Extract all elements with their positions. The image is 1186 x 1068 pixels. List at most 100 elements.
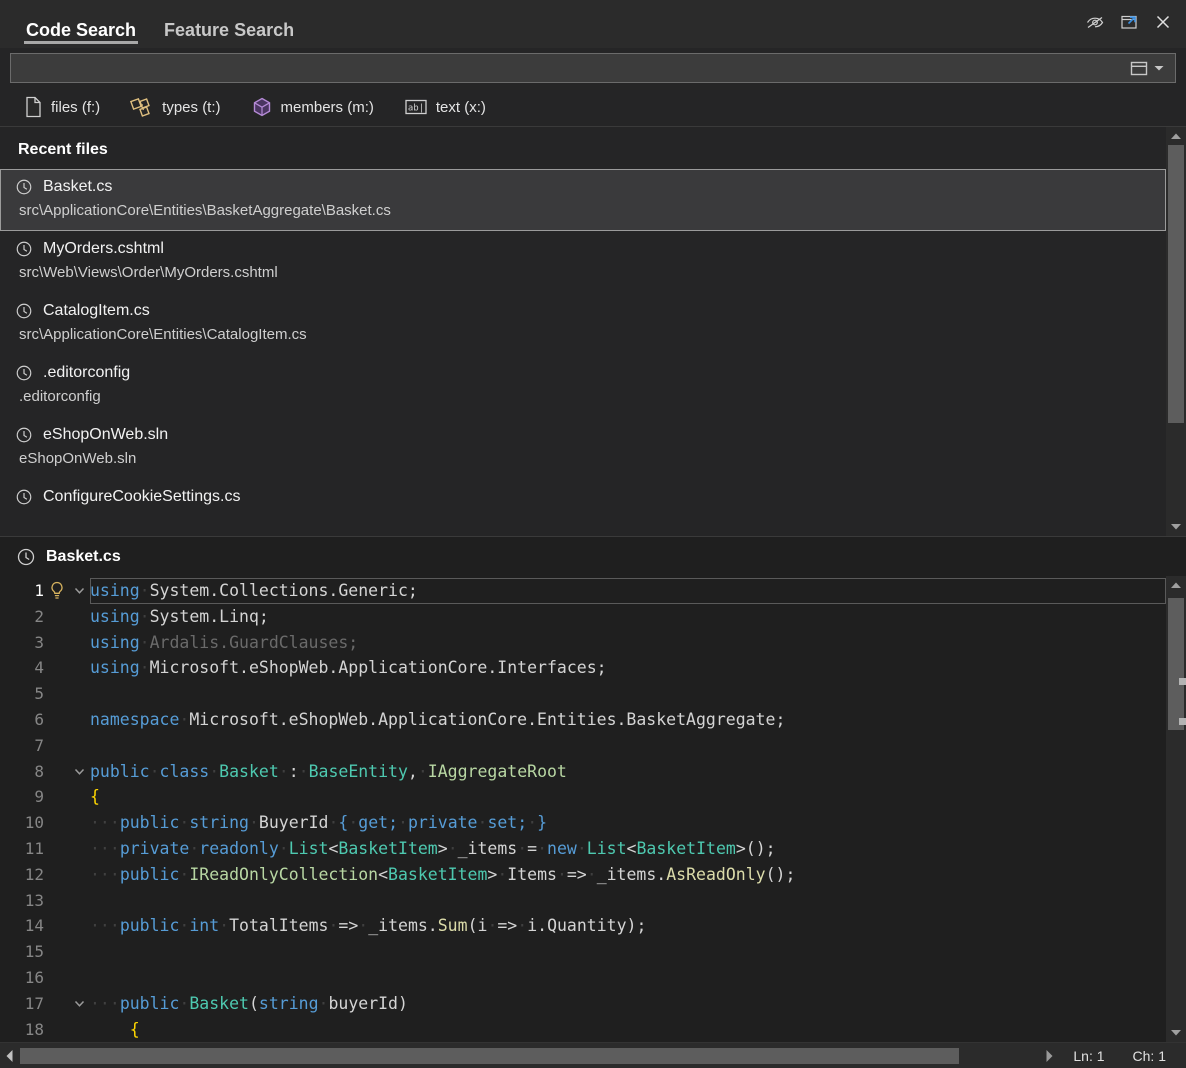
types-icon [130,96,154,118]
tab-feature-search[interactable]: Feature Search [150,0,308,47]
result-item[interactable]: ConfigureCookieSettings.cs [0,479,1166,517]
code-token: · [179,813,189,832]
result-item[interactable]: MyOrders.cshtmlsrc\Web\Views\Order\MyOrd… [0,231,1166,293]
recent-clock-icon [15,302,33,320]
code-token: string [189,813,249,832]
editor-scroll-thumb[interactable] [1168,598,1184,730]
code-token: string [259,994,319,1013]
code-token: public [120,813,180,832]
code-line[interactable]: 17···public·Basket(string·buyerId) [0,991,1166,1017]
line-number: 5 [0,681,46,707]
code-line[interactable]: 16 [0,965,1166,991]
glyph-margin [46,733,68,759]
code-line[interactable]: 6namespace·Microsoft.eShopWeb.Applicatio… [0,707,1166,733]
code-line-text: { [90,784,1166,810]
code-line[interactable]: 2using·System.Linq; [0,604,1166,630]
hscroll-thumb[interactable] [20,1048,959,1064]
glyph-margin [46,630,68,656]
code-line[interactable]: 3using·Ardalis.GuardClauses; [0,630,1166,656]
members-icon [251,96,273,118]
code-line[interactable]: 4using·Microsoft.eShopWeb.ApplicationCor… [0,655,1166,681]
fold-margin [68,681,90,707]
code-token: List [587,839,627,858]
filter-chip-types[interactable]: types (t:) [128,93,222,121]
tab-code-search[interactable]: Code Search [12,0,150,47]
editor-scroll-down-icon[interactable] [1166,1024,1186,1042]
results-scroll-track[interactable] [1166,145,1186,518]
glyph-margin [46,810,68,836]
line-number: 16 [0,965,46,991]
result-item-name: .editorconfig [43,362,130,384]
line-number: 3 [0,630,46,656]
editor-horizontal-scrollbar[interactable] [0,1043,1059,1068]
code-token: AsReadOnly [666,865,765,884]
code-line[interactable]: 8public·class·Basket·:·BaseEntity,·IAggr… [0,759,1166,785]
code-token: readonly [199,839,278,858]
code-line-text: ···public·Basket(string·buyerId) [90,991,1166,1017]
results-scrollbar[interactable] [1166,127,1186,536]
code-line[interactable]: 7 [0,733,1166,759]
code-token: TotalItems [229,916,328,935]
code-line-text: using·System.Collections.Generic; [90,578,1166,604]
lightbulb-icon[interactable] [46,578,68,604]
code-token: · [577,839,587,858]
result-item-name: ConfigureCookieSettings.cs [43,486,240,508]
result-item-name: eShopOnWeb.sln [43,424,168,446]
fold-chevron-icon[interactable] [68,578,90,604]
line-number: 15 [0,939,46,965]
line-number: 11 [0,836,46,862]
filter-chip-members[interactable]: members (m:) [249,93,376,121]
code-token: · [279,762,289,781]
code-token: set; [487,813,527,832]
search-input[interactable] [19,60,1123,76]
editor-scrollbar[interactable] [1166,576,1186,1042]
results-scroll-thumb[interactable] [1168,145,1184,423]
scroll-up-icon[interactable] [1166,127,1186,145]
close-icon[interactable] [1148,7,1178,37]
result-item[interactable]: CatalogItem.cssrc\ApplicationCore\Entiti… [0,293,1166,355]
fold-chevron-icon[interactable] [68,991,90,1017]
code-editor[interactable]: 1using·System.Collections.Generic;2using… [0,576,1166,1042]
result-item[interactable]: eShopOnWeb.slneShopOnWeb.sln [0,417,1166,479]
hscroll-track[interactable] [20,1046,1039,1066]
filter-chip-text[interactable]: ab| text (x:) [402,93,488,121]
scroll-down-icon[interactable] [1166,518,1186,536]
code-token: · [179,865,189,884]
fold-margin [68,836,90,862]
preview-off-icon[interactable] [1080,7,1110,37]
result-item-path: src\ApplicationCore\Entities\BasketAggre… [15,200,1155,222]
code-line[interactable]: 13 [0,888,1166,914]
filter-chip-files[interactable]: files (f:) [22,93,102,121]
result-item-title-row: ConfigureCookieSettings.cs [15,486,1155,508]
code-token: BasketItem [636,839,735,858]
search-row [0,48,1186,88]
code-line[interactable]: 11···private·readonly·List<BasketItem>·_… [0,836,1166,862]
fold-chevron-icon[interactable] [68,759,90,785]
glyph-margin [46,862,68,888]
svg-text:ab|: ab| [408,104,424,114]
code-line[interactable]: 14···public·int·TotalItems·=>·_items.Sum… [0,913,1166,939]
result-item[interactable]: .editorconfig.editorconfig [0,355,1166,417]
editor-scroll-track[interactable] [1166,594,1186,1024]
code-line[interactable]: 12···public·IReadOnlyCollection<BasketIt… [0,862,1166,888]
code-token: buyerId [328,994,398,1013]
code-line[interactable]: 1using·System.Collections.Generic; [0,578,1166,604]
line-number: 10 [0,810,46,836]
code-line[interactable]: 15 [0,939,1166,965]
hscroll-right-icon[interactable] [1039,1045,1059,1067]
code-token: => [567,865,587,884]
code-line[interactable]: 18 { [0,1017,1166,1042]
result-item[interactable]: Basket.cssrc\ApplicationCore\Entities\Ba… [0,169,1166,231]
hscroll-left-icon[interactable] [0,1045,20,1067]
code-token: · [179,916,189,935]
code-line[interactable]: 10···public·string·BuyerId·{·get;·privat… [0,810,1166,836]
search-scope-dropdown[interactable] [1123,55,1167,81]
editor-scroll-up-icon[interactable] [1166,576,1186,594]
open-in-new-window-icon[interactable] [1114,7,1144,37]
glyph-margin [46,965,68,991]
search-box[interactable] [10,53,1176,83]
code-line[interactable]: 5 [0,681,1166,707]
window-layout-icon [1129,60,1149,77]
glyph-margin [46,784,68,810]
code-line[interactable]: 9{ [0,784,1166,810]
